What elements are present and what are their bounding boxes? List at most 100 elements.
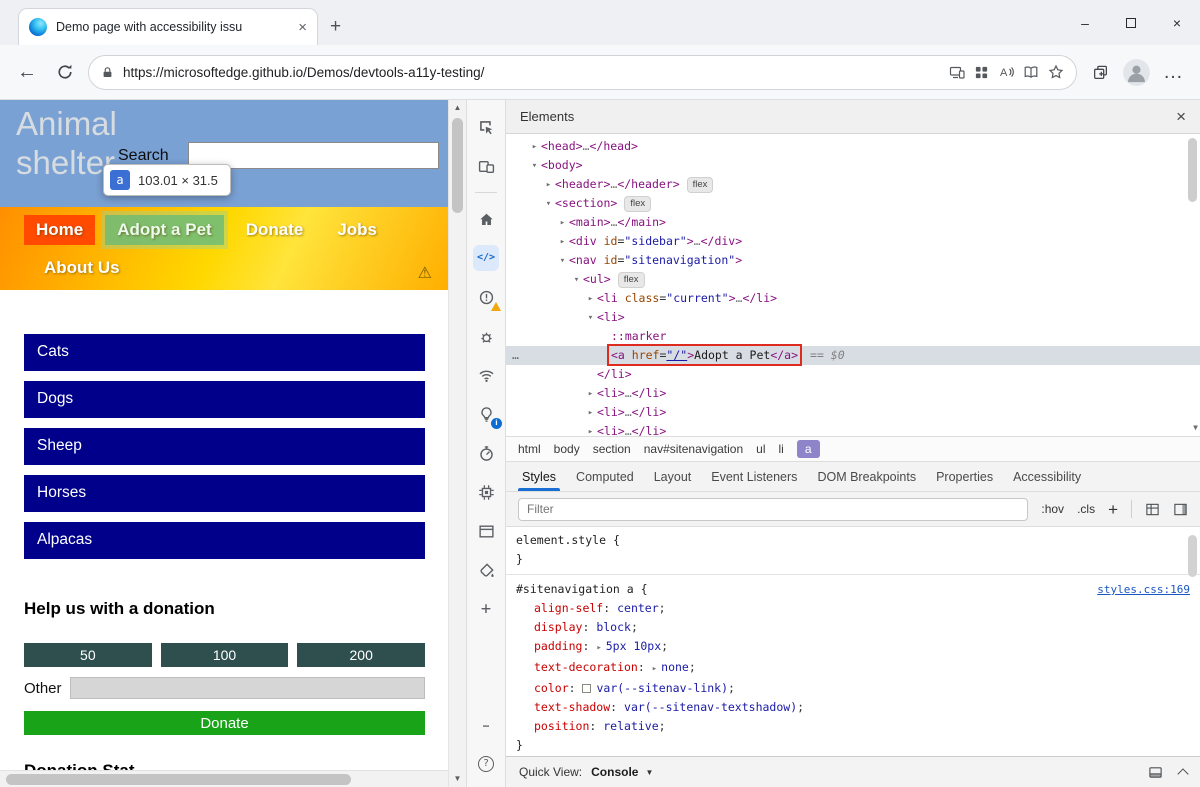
chevron-up-icon[interactable] [1177,768,1188,779]
expand-arrow-icon[interactable]: ▸ [556,214,569,233]
dom-node[interactable]: ▸<header>…</header>flex [506,175,1200,194]
dom-node[interactable]: ▾<section>flex [506,194,1200,213]
dom-node[interactable]: ▾<li> [506,308,1200,327]
amount-button-50[interactable]: 50 [24,643,152,667]
dom-node[interactable]: ▾<ul>flex [506,270,1200,289]
breadcrumb-li[interactable]: li [778,442,783,456]
amount-button-200[interactable]: 200 [297,643,425,667]
css-property[interactable]: align-self: center; [506,599,1200,618]
styles-filter-input[interactable] [518,498,1028,521]
scrollbar-thumb[interactable] [452,118,463,213]
dom-node[interactable]: ▸<head>…</head> [506,137,1200,156]
breadcrumb-nav-sitenavigation[interactable]: nav#sitenavigation [644,442,743,456]
add-tools-icon[interactable]: + [473,596,499,622]
dom-node[interactable]: ▸<li>…</li> [506,384,1200,403]
element-classes-button[interactable]: .cls [1077,502,1095,516]
tab-accessibility[interactable]: Accessibility [1003,462,1091,491]
horizontal-scrollbar[interactable] [0,770,448,787]
expand-arrow-icon[interactable]: ▸ [556,233,569,252]
nav-item-jobs[interactable]: Jobs [325,215,389,245]
expand-arrow-icon[interactable]: ▸ [596,643,601,653]
css-overview-icon[interactable] [473,557,499,583]
inspect-icon[interactable] [473,114,499,140]
expand-arrow-icon[interactable]: ▸ [652,664,657,674]
window-minimize-button[interactable]: – [1062,0,1108,45]
refresh-button[interactable] [50,57,80,87]
more-actions-icon[interactable]: … [512,346,520,365]
browser-menu-icon[interactable]: … [1158,57,1188,87]
expand-arrow-icon[interactable]: ▸ [584,404,597,423]
expand-arrow-icon[interactable]: ▾ [556,252,569,271]
breadcrumb-body[interactable]: body [554,442,580,456]
memory-icon[interactable] [473,479,499,505]
flex-badge[interactable]: flex [687,177,714,193]
scroll-down-icon[interactable]: ▼ [454,774,462,784]
amount-button-100[interactable]: 100 [161,643,289,667]
category-button-cats[interactable]: Cats [24,334,425,371]
apps-grid-icon[interactable] [974,65,989,80]
category-button-sheep[interactable]: Sheep [24,428,425,465]
more-tools-icon[interactable]: … [473,712,499,738]
network-icon[interactable] [473,362,499,388]
tab-event-listeners[interactable]: Event Listeners [701,462,807,491]
devices-icon[interactable] [949,64,965,80]
css-property[interactable]: padding: ▸5px 10px; [506,637,1200,658]
elements-icon[interactable]: </> [473,245,499,271]
computed-sidebar-toggle-icon[interactable] [1173,502,1188,517]
read-aloud-icon[interactable]: A [998,64,1014,80]
address-bar[interactable]: https://microsoftedge.github.io/Demos/de… [88,55,1077,90]
debugger-icon[interactable] [473,323,499,349]
browser-tab[interactable]: Demo page with accessibility issu × [18,8,318,45]
css-property[interactable]: display: block; [506,618,1200,637]
category-button-dogs[interactable]: Dogs [24,381,425,418]
dom-node[interactable]: ▸<li>…</li> [506,422,1200,436]
expand-quick-view-icon[interactable] [1148,765,1163,780]
nav-item-adopt-a-pet[interactable]: Adopt a Pet [105,215,223,245]
tab-properties[interactable]: Properties [926,462,1003,491]
nav-item-home[interactable]: Home [24,215,95,245]
css-property[interactable]: position: relative; [506,717,1200,736]
page-scrollbar[interactable]: ▲ ▼ [448,100,466,787]
category-button-horses[interactable]: Horses [24,475,425,512]
dom-node[interactable]: ▾<body> [506,156,1200,175]
quick-view-selector[interactable]: Console ▼ [591,765,653,779]
performance-icon[interactable] [473,440,499,466]
css-property[interactable]: text-shadow: var(--sitenav-textshadow); [506,698,1200,717]
dom-node[interactable]: ▾<nav id="sitenavigation"> [506,251,1200,270]
dom-node[interactable]: ▸<li>…</li> [506,403,1200,422]
window-maximize-button[interactable] [1108,0,1154,45]
element-style-rule[interactable]: element.style { [506,531,1200,550]
expand-arrow-icon[interactable]: ▸ [528,138,541,157]
css-property[interactable]: text-decoration: ▸none; [506,658,1200,679]
dom-node[interactable]: ▸<main>…</main> [506,213,1200,232]
tab-styles[interactable]: Styles [512,462,566,491]
tab-computed[interactable]: Computed [566,462,644,491]
other-amount-input[interactable] [70,677,425,699]
breadcrumb-html[interactable]: html [518,442,541,456]
dom-node[interactable]: ▸<div id="sidebar">…</div> [506,232,1200,251]
stylesheet-link[interactable]: styles.css:169 [1097,580,1190,599]
nav-item-about-us[interactable]: About Us [32,253,132,283]
tab-dom-breakpoints[interactable]: DOM Breakpoints [807,462,926,491]
scroll-up-icon[interactable]: ▲ [454,103,462,113]
tab-layout[interactable]: Layout [644,462,702,491]
devtools-close-icon[interactable]: × [1176,107,1186,127]
issues-icon[interactable] [473,284,499,310]
favorites-icon[interactable] [1048,64,1064,80]
device-emulation-icon[interactable] [473,153,499,179]
breadcrumb-section[interactable]: section [593,442,631,456]
nav-item-donate[interactable]: Donate [234,215,316,245]
back-button[interactable]: ← [12,57,42,87]
rendering-options-icon[interactable] [1145,502,1160,517]
welcome-icon[interactable] [473,206,499,232]
flex-badge[interactable]: flex [618,272,645,288]
expand-arrow-icon[interactable]: ▾ [528,157,541,176]
new-tab-button[interactable]: + [330,17,341,36]
breadcrumb-ul[interactable]: ul [756,442,765,456]
scrollbar-thumb[interactable] [6,774,351,785]
help-icon[interactable]: ? [473,751,499,777]
window-close-button[interactable]: × [1154,0,1200,45]
expand-arrow-icon[interactable]: ▾ [570,271,583,290]
category-button-alpacas[interactable]: Alpacas [24,522,425,559]
expand-arrow-icon[interactable]: ▸ [584,385,597,404]
